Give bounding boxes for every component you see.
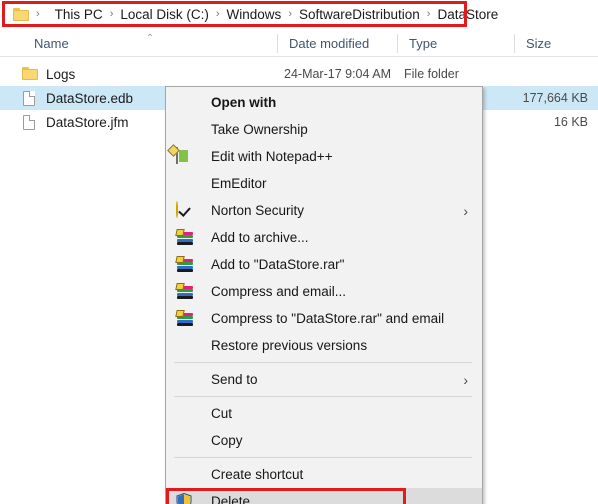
- menu-item-label: Open with: [211, 95, 277, 110]
- menu-item-label: Norton Security: [211, 203, 305, 218]
- menu-item-label: Create shortcut: [211, 467, 304, 482]
- menu-item-label: Send to: [211, 372, 258, 387]
- menu-item-label: Compress and email...: [211, 284, 347, 299]
- file-size: 16 KB: [553, 115, 588, 129]
- folder-icon: [22, 66, 38, 82]
- winrar-icon: [175, 228, 194, 247]
- folder-icon: [13, 7, 29, 21]
- column-header-size[interactable]: Size: [514, 30, 598, 57]
- menu-item-cut[interactable]: Cut: [166, 400, 482, 427]
- document-icon: [22, 90, 38, 106]
- menu-separator: [174, 396, 472, 397]
- menu-separator: [174, 362, 472, 363]
- menu-item-norton-security[interactable]: Norton Security ›: [166, 197, 482, 224]
- breadcrumb-separator: ›: [288, 7, 292, 20]
- file-name: DataStore.jfm: [46, 114, 129, 130]
- menu-item-create-shortcut[interactable]: Create shortcut: [166, 461, 482, 488]
- menu-item-delete[interactable]: Delete: [166, 488, 482, 504]
- chevron-right-icon: ›: [463, 371, 468, 388]
- norton-security-icon: [176, 200, 194, 220]
- breadcrumb-separator: ›: [109, 7, 114, 20]
- column-header-row: Name ⌃ Date modified Type Size: [0, 30, 598, 57]
- winrar-icon: [175, 282, 194, 301]
- breadcrumb-item-windows[interactable]: Windows: [227, 7, 282, 22]
- file-name: DataStore.edb: [46, 90, 134, 106]
- menu-item-restore-previous-versions[interactable]: Restore previous versions: [166, 332, 482, 359]
- menu-item-copy[interactable]: Copy: [166, 427, 482, 454]
- sort-ascending-icon: ⌃: [145, 33, 155, 44]
- winrar-icon: [175, 309, 194, 328]
- menu-item-label: Add to "DataStore.rar": [211, 257, 345, 272]
- menu-item-emeditor[interactable]: EmEditor: [166, 170, 482, 197]
- file-date-modified: 24-Mar-17 9:04 AM: [284, 67, 391, 81]
- menu-item-label: Add to archive...: [211, 230, 309, 245]
- menu-item-compress-to-datastore-rar-and-email[interactable]: Compress to "DataStore.rar" and email: [166, 305, 482, 332]
- notepad-plus-plus-icon: [167, 143, 194, 166]
- menu-item-label: Take Ownership: [211, 122, 308, 137]
- uac-shield-icon: [176, 492, 194, 504]
- menu-item-compress-and-email[interactable]: Compress and email...: [166, 278, 482, 305]
- menu-item-send-to[interactable]: Send to ›: [166, 366, 482, 393]
- file-type: File folder: [404, 67, 459, 81]
- winrar-icon: [175, 255, 194, 274]
- column-header-type[interactable]: Type: [397, 30, 514, 57]
- breadcrumb-separator: ›: [426, 7, 431, 20]
- breadcrumb-item-datastore[interactable]: DataStore: [437, 7, 498, 22]
- breadcrumb-separator: ›: [215, 7, 220, 20]
- menu-item-label: EmEditor: [211, 176, 267, 191]
- menu-item-label: Delete: [211, 494, 251, 504]
- menu-item-label: Compress to "DataStore.rar" and email: [211, 311, 445, 326]
- menu-item-take-ownership[interactable]: Take Ownership: [166, 116, 482, 143]
- breadcrumb-separator: ›: [36, 7, 40, 20]
- breadcrumb-item-local-disk[interactable]: Local Disk (C:): [120, 7, 209, 22]
- menu-separator: [174, 457, 472, 458]
- menu-item-label: Copy: [211, 433, 243, 448]
- file-size: 177,664 KB: [522, 91, 588, 105]
- menu-item-label: Restore previous versions: [211, 338, 368, 353]
- file-explorer-window: › This PC › Local Disk (C:) › Windows › …: [0, 0, 598, 504]
- menu-item-add-to-archive[interactable]: Add to archive...: [166, 224, 482, 251]
- menu-item-edit-with-notepad-plus-plus[interactable]: Edit with Notepad++: [166, 143, 482, 170]
- menu-item-add-to-datastore-rar[interactable]: Add to "DataStore.rar": [166, 251, 482, 278]
- context-menu[interactable]: Open with Take Ownership Edit with Notep…: [165, 86, 483, 504]
- delete-highlight-box: [166, 488, 406, 504]
- menu-item-open-with[interactable]: Open with: [166, 89, 482, 116]
- menu-item-label: Cut: [211, 406, 233, 421]
- list-item[interactable]: Logs 24-Mar-17 9:04 AM File folder: [0, 62, 598, 86]
- document-icon: [22, 114, 38, 130]
- breadcrumb-item-softwaredistribution[interactable]: SoftwareDistribution: [299, 7, 420, 22]
- file-name: Logs: [46, 66, 76, 82]
- breadcrumb-item-this-pc[interactable]: This PC: [55, 7, 103, 22]
- menu-item-label: Edit with Notepad++: [211, 149, 333, 164]
- column-header-date-modified[interactable]: Date modified: [277, 30, 397, 57]
- breadcrumb[interactable]: › This PC › Local Disk (C:) › Windows › …: [0, 0, 598, 28]
- chevron-right-icon: ›: [463, 202, 468, 219]
